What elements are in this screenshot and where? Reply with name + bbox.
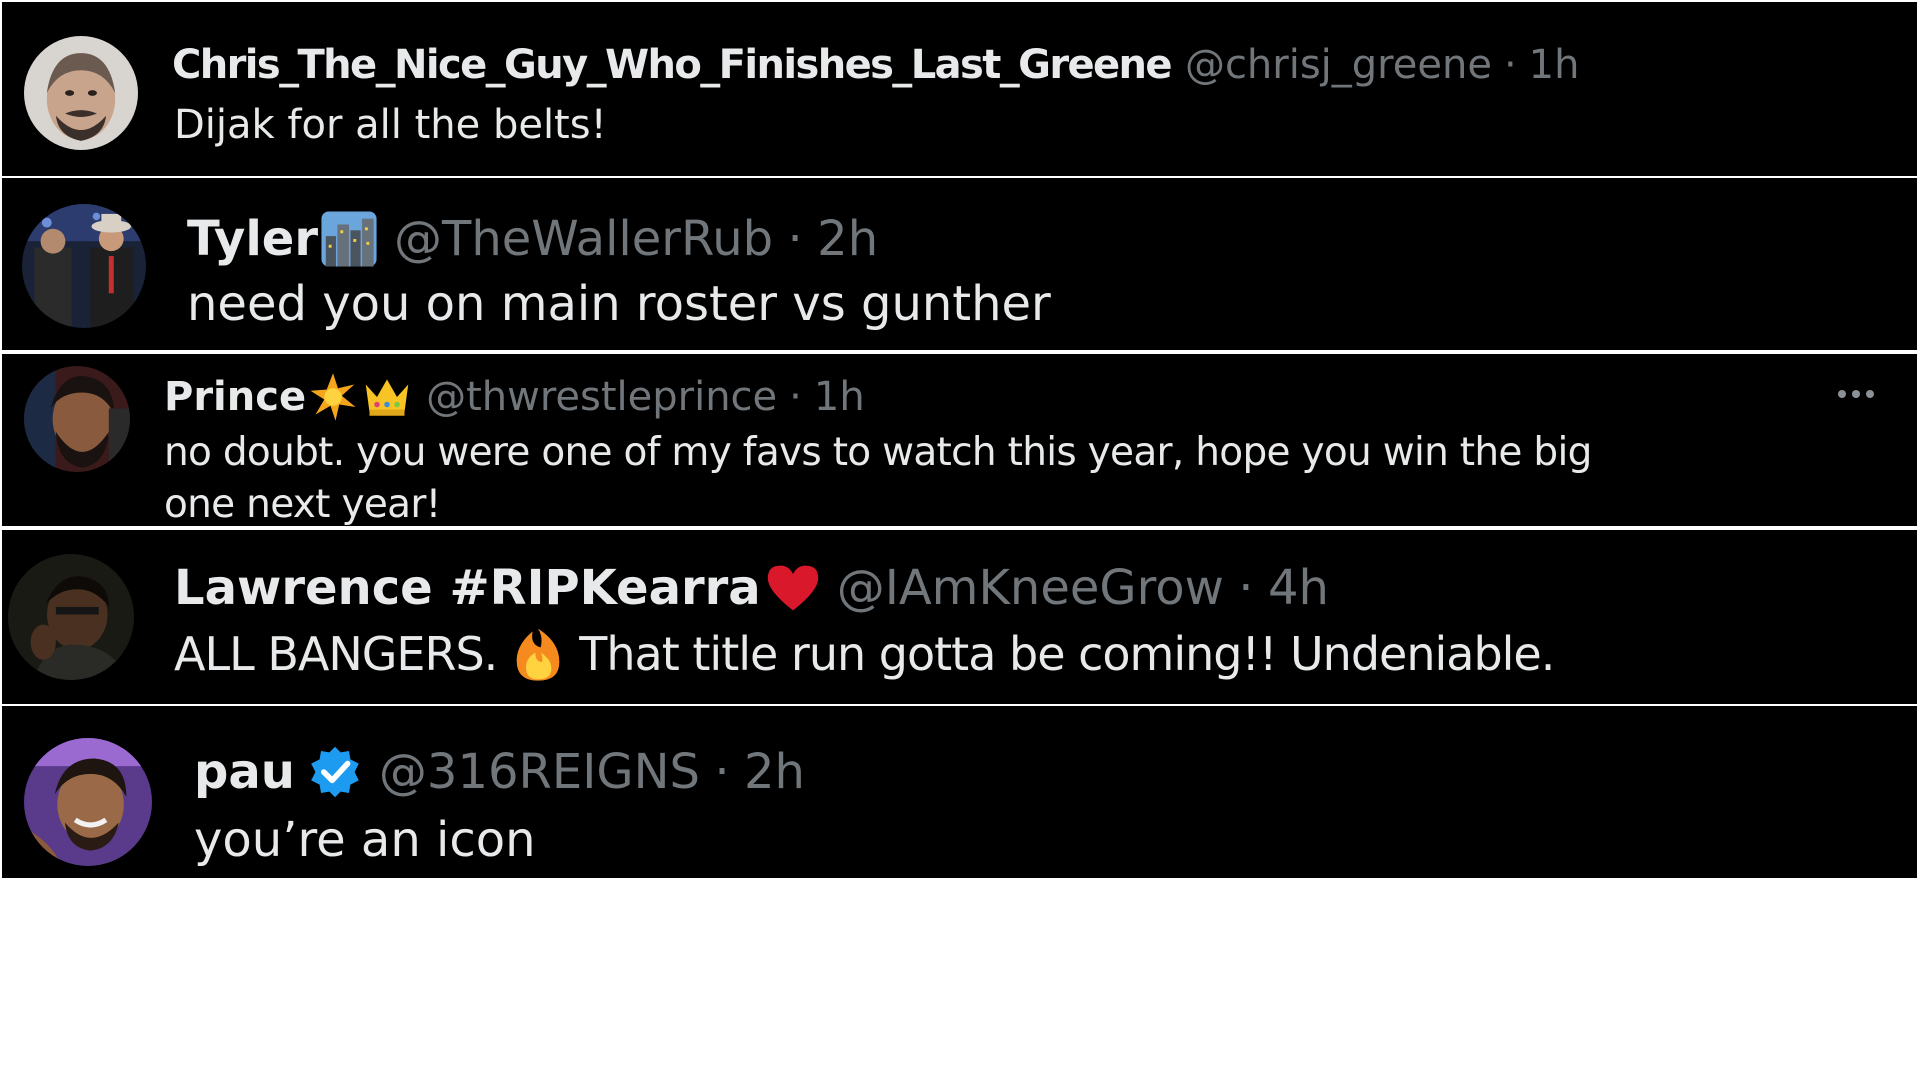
- reply-card[interactable]: Prince @thwrestleprince · 1h no doubt. y…: [2, 354, 1917, 526]
- tweet-text-part-1: ALL BANGERS.: [174, 627, 498, 681]
- tweet-header: Chris_The_Nice_Guy_Who_Finishes_Last_Gre…: [172, 42, 1579, 88]
- timestamp[interactable]: 4h: [1268, 560, 1329, 616]
- display-name[interactable]: Lawrence #RIPKearra: [174, 560, 761, 616]
- tweet-header: pau @316REIGNS · 2h: [194, 744, 805, 800]
- more-options-button[interactable]: [1838, 390, 1874, 398]
- city-skyline-icon: [320, 210, 378, 268]
- timestamp[interactable]: 1h: [1529, 42, 1580, 88]
- tweet-text-line-2: one next year!: [164, 482, 441, 526]
- reply-card[interactable]: pau @316REIGNS · 2h you’re an icon: [2, 706, 1917, 878]
- separator-dot: ·: [787, 211, 803, 267]
- avatar[interactable]: [24, 36, 138, 150]
- timestamp[interactable]: 2h: [744, 744, 805, 800]
- dot-icon: [1866, 390, 1874, 398]
- red-heart-icon: [765, 562, 821, 614]
- reply-card[interactable]: Tyler @TheWallerRub · 2h need you on mai…: [2, 178, 1917, 350]
- handle[interactable]: @chrisj_greene: [1185, 42, 1492, 88]
- timestamp[interactable]: 1h: [814, 374, 865, 420]
- display-name[interactable]: pau: [194, 744, 295, 800]
- avatar[interactable]: [24, 366, 130, 472]
- avatar[interactable]: [8, 554, 134, 680]
- separator-dot: ·: [1238, 560, 1254, 616]
- dot-icon: [1852, 390, 1860, 398]
- separator-dot: ·: [714, 744, 730, 800]
- avatar[interactable]: [22, 204, 146, 328]
- tweet-text: ALL BANGERS. That title run gotta be com…: [174, 626, 1555, 682]
- display-name[interactable]: Chris_The_Nice_Guy_Who_Finishes_Last_Gre…: [172, 42, 1173, 88]
- avatar[interactable]: [24, 738, 152, 866]
- dot-icon: [1838, 390, 1846, 398]
- display-name[interactable]: Prince: [164, 374, 306, 420]
- verified-badge-icon: [307, 744, 363, 800]
- tweet-text-line-1: no doubt. you were one of my favs to wat…: [164, 430, 1592, 475]
- reply-screenshot-collage: Chris_The_Nice_Guy_Who_Finishes_Last_Gre…: [0, 0, 1920, 1080]
- separator-dot: ·: [1503, 42, 1517, 88]
- tweet-text: need you on main roster vs gunther: [187, 276, 1051, 332]
- handle[interactable]: @thwrestleprince: [426, 374, 777, 420]
- tweet-text-part-2: That title run gotta be coming!! Undenia…: [579, 627, 1555, 681]
- tweet-text: Dijak for all the belts!: [174, 102, 607, 148]
- timestamp[interactable]: 2h: [817, 211, 878, 267]
- handle[interactable]: @IAmKneeGrow: [837, 560, 1224, 616]
- tweet-text: you’re an icon: [194, 812, 536, 868]
- reply-card[interactable]: Lawrence #RIPKearra @IAmKneeGrow · 4h AL…: [2, 530, 1917, 704]
- tweet-header: Tyler @TheWallerRub · 2h: [187, 210, 878, 268]
- tweet-header: Prince @thwrestleprince · 1h: [164, 372, 865, 422]
- tweet-header: Lawrence #RIPKearra @IAmKneeGrow · 4h: [174, 560, 1329, 616]
- reply-card[interactable]: Chris_The_Nice_Guy_Who_Finishes_Last_Gre…: [2, 2, 1917, 176]
- sparkle-star-icon: [308, 372, 358, 422]
- crown-icon: [362, 374, 412, 420]
- handle[interactable]: @316REIGNS: [379, 744, 700, 800]
- handle[interactable]: @TheWallerRub: [394, 211, 773, 267]
- separator-dot: ·: [789, 374, 802, 420]
- fire-icon: [511, 626, 565, 682]
- display-name[interactable]: Tyler: [187, 211, 318, 267]
